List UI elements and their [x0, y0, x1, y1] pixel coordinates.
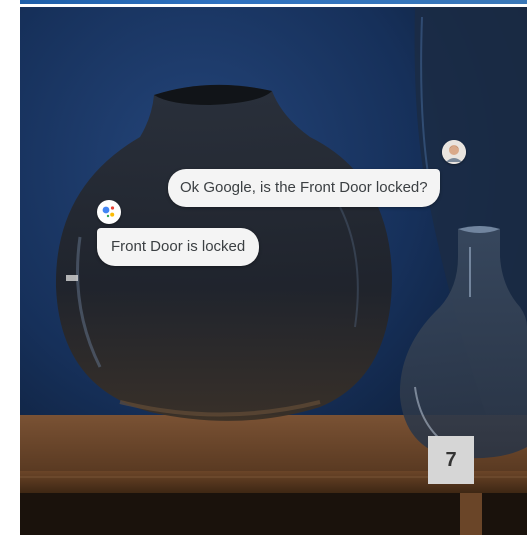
page-number-badge: 7: [428, 436, 474, 484]
google-assistant-icon: [97, 200, 121, 224]
top-image-strip: [20, 0, 527, 4]
assistant-reply-bubble: Front Door is locked: [97, 228, 260, 266]
user-query-bubble: Ok Google, is the Front Door locked?: [168, 169, 440, 207]
screenshot-frame: Ok Google, is the Front Door locked? Fro…: [0, 0, 527, 535]
user-avatar-icon: [442, 140, 466, 164]
product-photo: Ok Google, is the Front Door locked? Fro…: [20, 7, 527, 535]
